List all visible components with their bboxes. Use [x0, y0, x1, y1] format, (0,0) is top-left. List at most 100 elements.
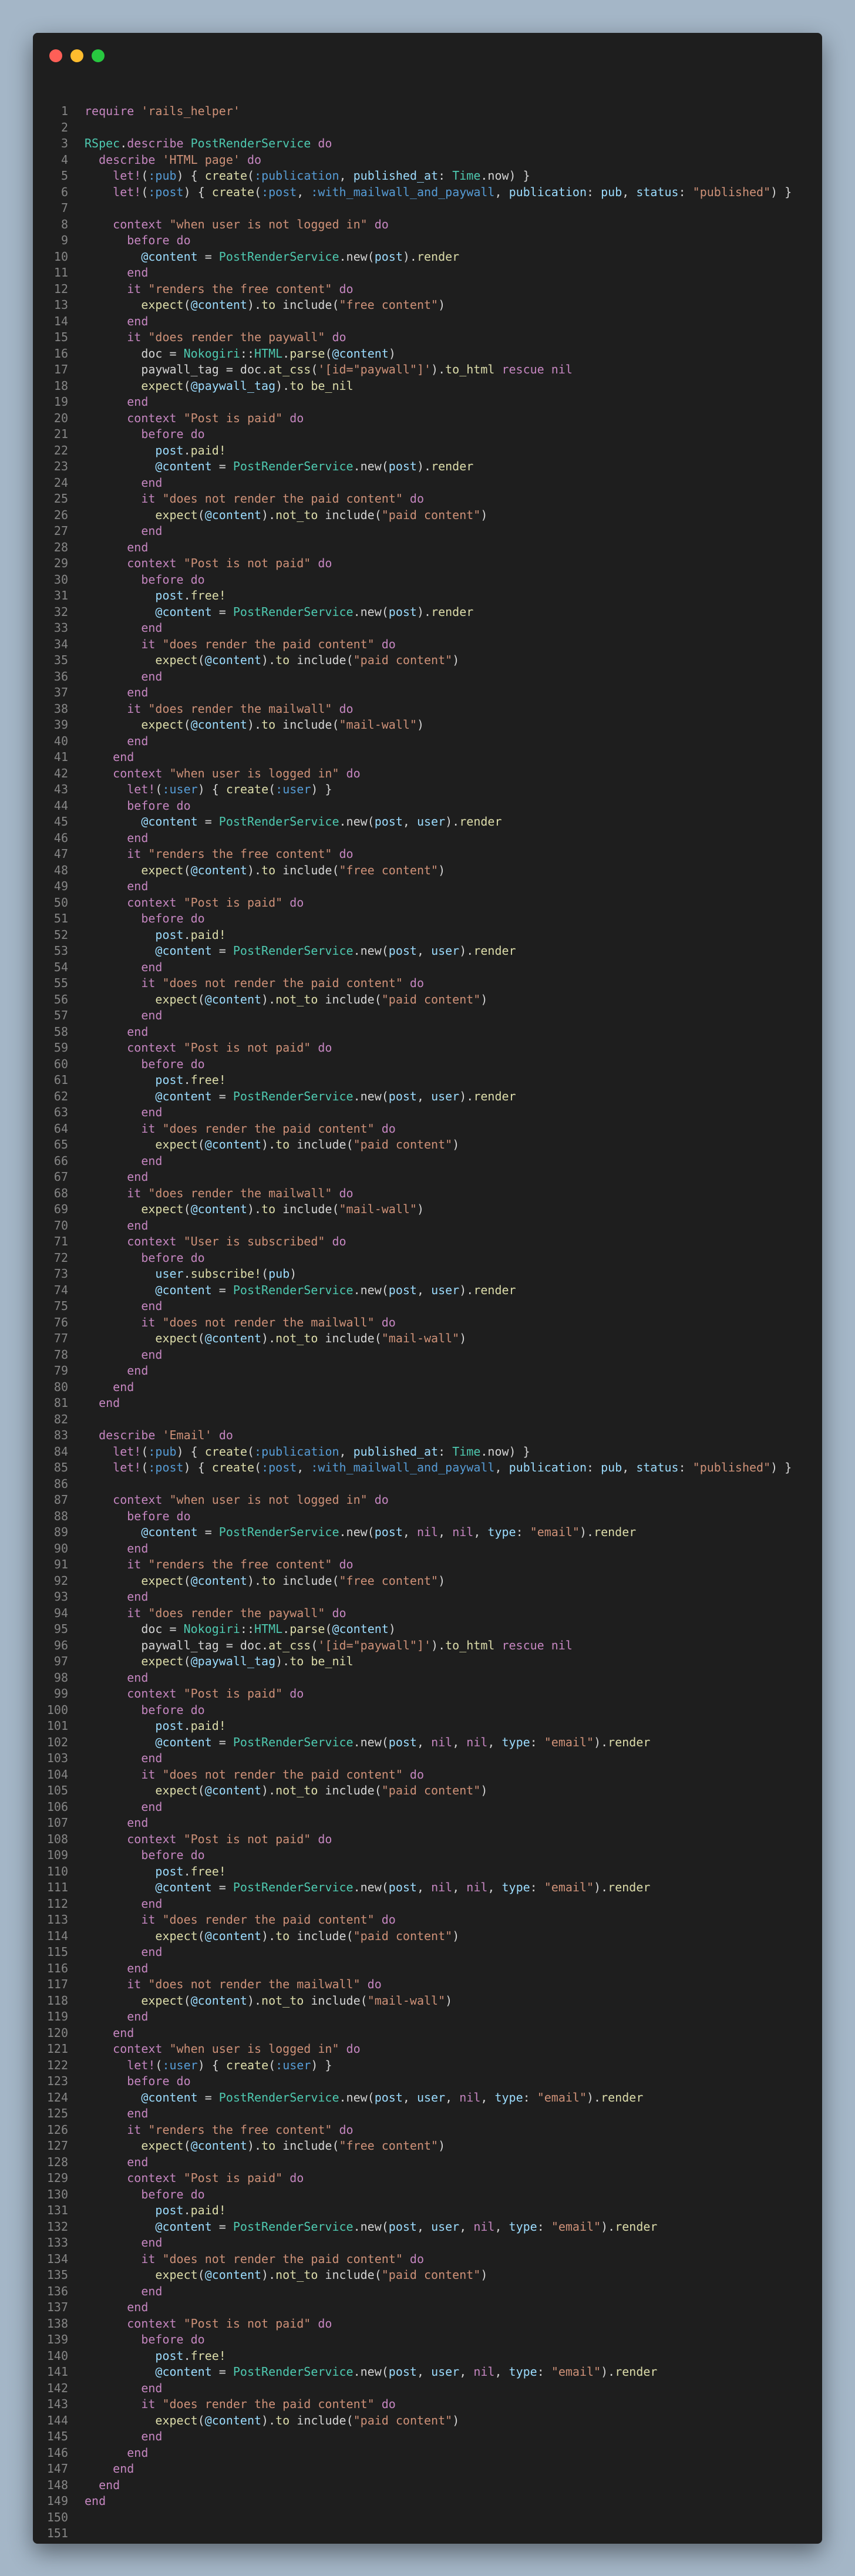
code-text: end — [113, 1379, 134, 1394]
code-text: before do — [141, 2187, 205, 2201]
line-number: 56 — [53, 992, 68, 1006]
close-window-button[interactable] — [49, 49, 62, 62]
line-number: 150 — [46, 2510, 68, 2524]
code-text: before do — [127, 798, 191, 813]
code-line: 11 end — [33, 265, 822, 281]
line-number: 100 — [46, 1702, 68, 1717]
code-text: end — [141, 669, 163, 683]
code-line: 13 expect(@content).to include("free con… — [33, 297, 822, 314]
line-number: 63 — [53, 1105, 68, 1119]
code-text: @content = PostRenderService.new(post, n… — [155, 1880, 651, 1894]
line-number: 2 — [60, 120, 68, 134]
code-line: 109 before do — [33, 1847, 822, 1864]
code-line: 48 expect(@content).to include("free con… — [33, 863, 822, 879]
code-text: post.free! — [155, 1073, 226, 1087]
code-text: it "does not render the paid content" do — [141, 2251, 425, 2266]
code-editor[interactable]: 1 require 'rails_helper' 2 3 RSpec.describe … — [33, 103, 822, 2544]
code-line: 144 expect(@content).to include("paid co… — [33, 2413, 822, 2429]
code-text: doc = Nokogiri::HTML.parse(@content) — [85, 1622, 396, 1636]
code-line: 61 post.free! — [33, 1072, 822, 1089]
code-text: end — [141, 1945, 163, 1959]
code-line: 146 end — [33, 2445, 822, 2461]
line-number: 118 — [46, 1993, 68, 2008]
code-text: post.paid! — [155, 2203, 226, 2217]
code-line: 145 end — [33, 2429, 822, 2445]
code-text: let!(:post) { create(:post, :with_mailwa… — [113, 184, 792, 199]
line-number: 12 — [53, 281, 68, 296]
code-line: 63 end — [33, 1105, 822, 1121]
code-line: 4 describe 'HTML page' do — [33, 152, 822, 169]
code-text: end — [99, 1396, 120, 1410]
line-number: 51 — [53, 911, 68, 925]
code-text: @content = PostRenderService.new(post).r… — [155, 459, 474, 473]
code-text: expect(@paywall_tag).to be_nil — [141, 1654, 354, 1668]
code-text: context "Post is paid" do — [127, 410, 304, 425]
code-line: 73 user.subscribe!(pub) — [33, 1266, 822, 1282]
code-line: 47 it "renders the free content" do — [33, 846, 822, 863]
line-number: 10 — [53, 249, 68, 264]
line-number: 24 — [53, 475, 68, 490]
code-text: end — [127, 395, 149, 409]
code-text: context "Post is not paid" do — [127, 556, 332, 570]
line-number: 151 — [46, 2526, 68, 2540]
code-line: 152 — [33, 2542, 822, 2544]
code-text: end — [127, 2154, 149, 2169]
code-line: 122 let!(:user) { create(:user) } — [33, 2058, 822, 2074]
code-text: doc = Nokogiri::HTML.parse(@content) — [85, 346, 396, 361]
line-number: 120 — [46, 2025, 68, 2040]
code-line: 19 end — [33, 394, 822, 410]
code-line: 114 expect(@content).to include("paid co… — [33, 1928, 822, 1945]
line-number: 94 — [53, 1605, 68, 1620]
code-line: 30 before do — [33, 572, 822, 588]
code-line: 90 end — [33, 1541, 822, 1557]
line-number: 152 — [33, 2542, 68, 2544]
code-line: 150 — [33, 2510, 822, 2526]
code-text: @content = PostRenderService.new(post, n… — [141, 1525, 637, 1539]
maximize-window-button[interactable] — [92, 49, 105, 62]
line-number: 45 — [53, 814, 68, 829]
code-text: @content = PostRenderService.new(post, u… — [155, 1089, 516, 1103]
code-line: 53 @content = PostRenderService.new(post… — [33, 943, 822, 959]
code-text: end — [141, 1347, 163, 1362]
line-number: 30 — [53, 572, 68, 587]
code-text: end — [127, 265, 149, 280]
code-line: 130 before do — [33, 2187, 822, 2203]
line-number: 107 — [46, 1816, 68, 1830]
code-line: 23 @content = PostRenderService.new(post… — [33, 459, 822, 475]
code-line: 45 @content = PostRenderService.new(post… — [33, 814, 822, 830]
code-line: 80 end — [33, 1379, 822, 1396]
line-number: 17 — [53, 362, 68, 376]
code-text: let!(:post) { create(:post, :with_mailwa… — [113, 1460, 792, 1474]
code-line: 86 — [33, 1476, 822, 1493]
code-text: end — [141, 1008, 163, 1022]
line-number: 34 — [53, 637, 68, 651]
line-number: 82 — [53, 1412, 68, 1426]
code-line: 71 context "User is subscribed" do — [33, 1234, 822, 1250]
line-number: 44 — [53, 798, 68, 813]
code-text: end — [141, 1799, 163, 1814]
line-number: 54 — [53, 959, 68, 974]
code-line: 138 context "Post is not paid" do — [33, 2316, 822, 2332]
line-number: 116 — [46, 1961, 68, 1975]
code-line: 142 end — [33, 2380, 822, 2397]
code-line: 120 end — [33, 2025, 822, 2042]
line-number: 66 — [53, 1153, 68, 1168]
line-number: 18 — [53, 378, 68, 393]
code-text: before do — [141, 1056, 205, 1071]
line-number: 146 — [46, 2445, 68, 2460]
line-number: 124 — [46, 2090, 68, 2104]
line-number: 142 — [46, 2380, 68, 2395]
minimize-window-button[interactable] — [70, 49, 83, 62]
line-number: 147 — [46, 2461, 68, 2476]
code-text: expect(@content).to include("paid conten… — [155, 2413, 460, 2427]
line-number: 129 — [46, 2171, 68, 2185]
code-text: paywall_tag = doc.at_css('[id="paywall"]… — [85, 362, 573, 376]
code-window: 1 require 'rails_helper' 2 3 RSpec.describe … — [33, 33, 822, 2544]
code-text: expect(@content).to include("free conten… — [141, 1573, 446, 1588]
code-line: 2 — [33, 120, 822, 136]
code-line: 7 — [33, 200, 822, 217]
code-text: end — [127, 314, 149, 328]
code-line: 32 @content = PostRenderService.new(post… — [33, 604, 822, 621]
code-text: end — [127, 879, 149, 893]
line-number: 90 — [53, 1541, 68, 1555]
